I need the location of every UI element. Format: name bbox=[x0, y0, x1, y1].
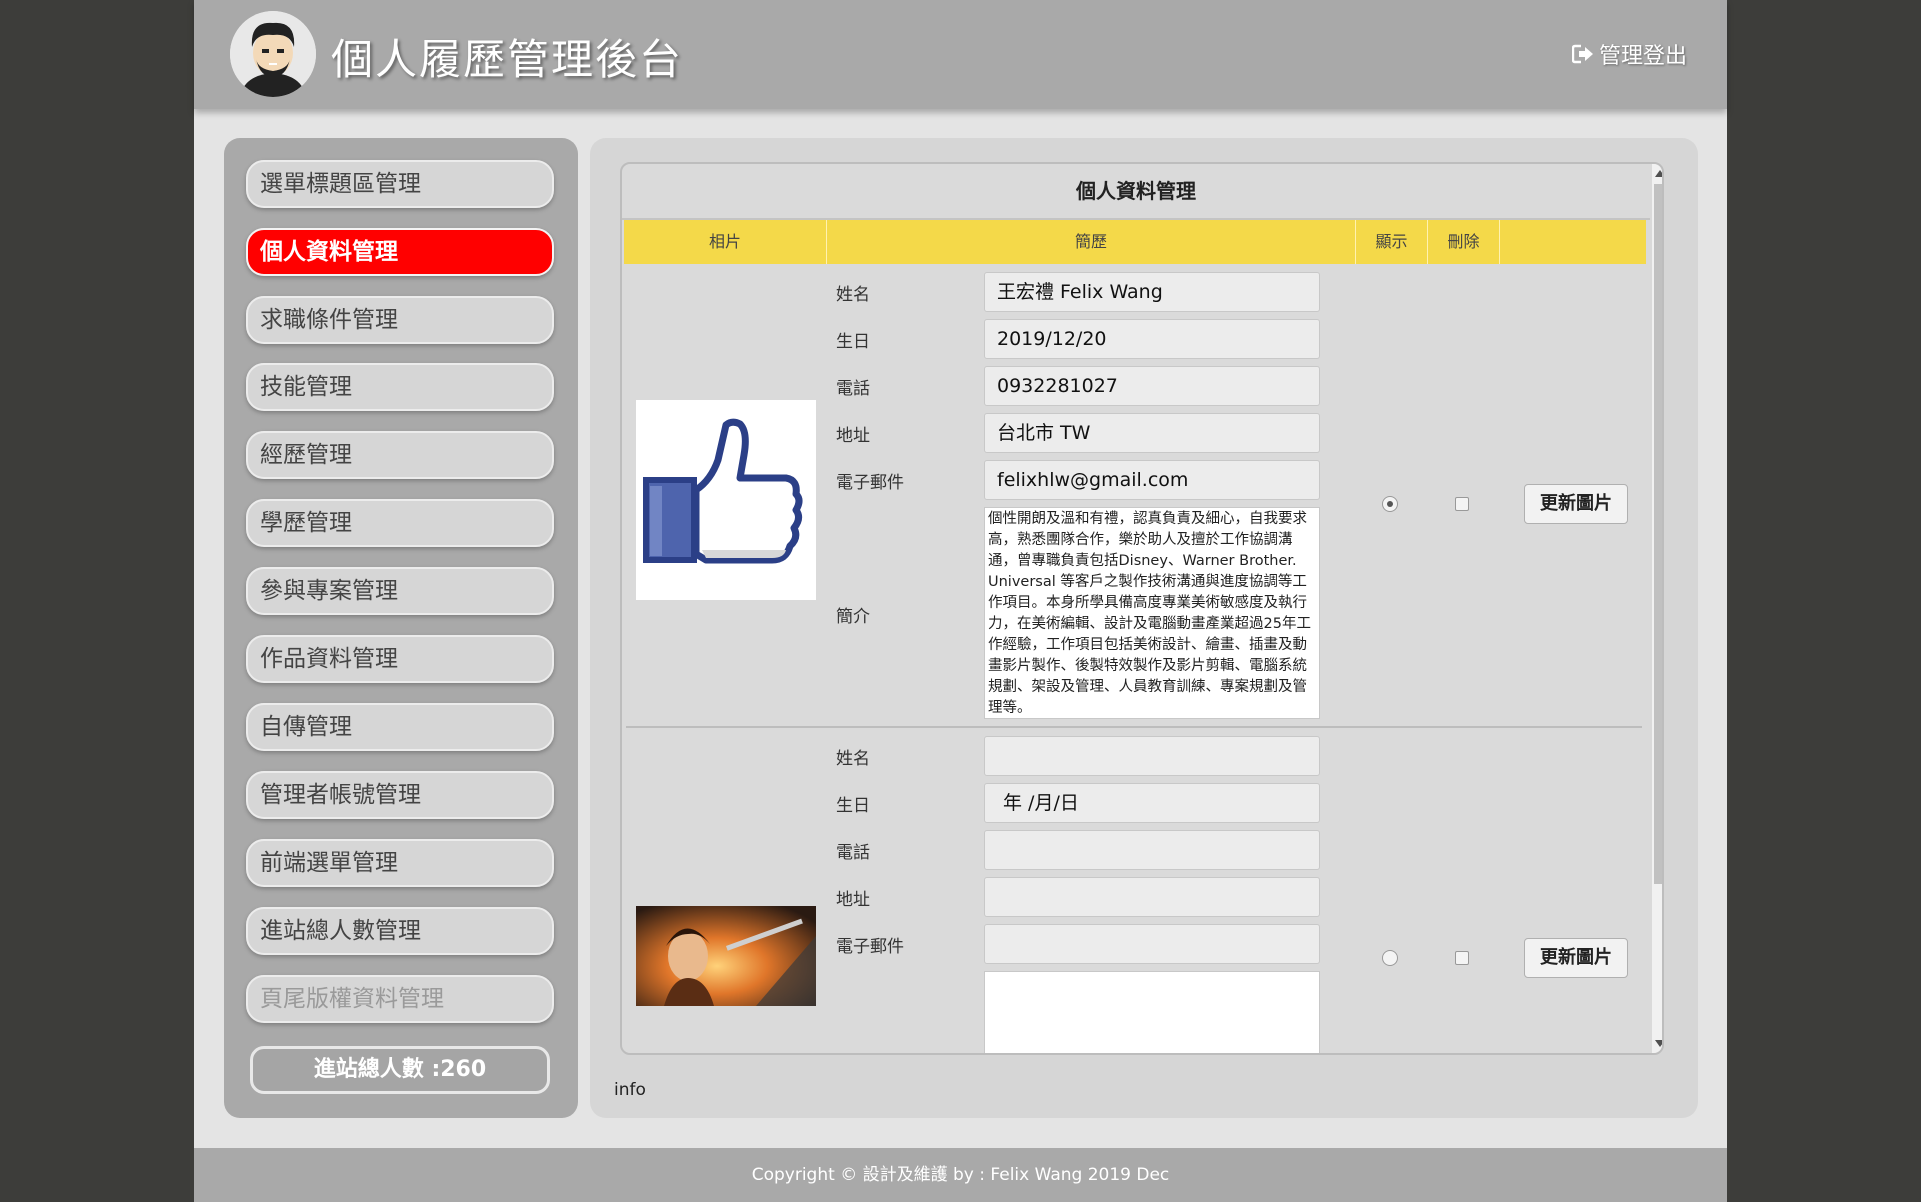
sign-out-icon bbox=[1571, 44, 1593, 64]
sidebar-item-admin-accounts[interactable]: 管理者帳號管理 bbox=[246, 771, 554, 819]
intro-textarea[interactable]: 個性開朗及溫和有禮，認真負責及細心，自我要求高，熟悉團隊合作，樂於助人及擅於工作… bbox=[984, 507, 1320, 719]
profile-photo bbox=[636, 906, 816, 1006]
column-header-action bbox=[1500, 220, 1646, 264]
panel-title: 個人資料管理 bbox=[622, 164, 1650, 220]
column-header-photo: 相片 bbox=[624, 220, 827, 264]
label-email: 電子郵件： bbox=[836, 473, 1000, 493]
header: 個人履歷管理後台 管理登出 bbox=[194, 0, 1727, 109]
table-row: 姓名： 生日： 年 /月/日 電話： 地址： 電子郵件： 更新圖片 bbox=[624, 728, 1646, 1053]
email-field[interactable] bbox=[984, 924, 1320, 964]
label-address: 地址： bbox=[836, 890, 1000, 910]
address-field[interactable] bbox=[984, 877, 1320, 917]
main-content: 個人資料管理 相片 簡歷 顯示 刪除 姓名 王宏禮 Felix Wang 生日 … bbox=[590, 138, 1698, 1118]
label-intro: 簡介： bbox=[836, 607, 1000, 627]
scroll-down-arrow-icon[interactable] bbox=[1655, 1040, 1662, 1047]
scroll-up-arrow-icon[interactable] bbox=[1655, 170, 1662, 177]
site-title: 個人履歷管理後台 bbox=[331, 35, 684, 84]
label-name: 姓名： bbox=[836, 749, 1000, 769]
avatar bbox=[230, 11, 316, 97]
name-field[interactable] bbox=[984, 736, 1320, 776]
label-address: 地址： bbox=[836, 426, 1000, 446]
column-header-display: 顯示 bbox=[1356, 220, 1428, 264]
address-field[interactable]: 台北市 TW bbox=[984, 413, 1320, 453]
label-phone: 電話： bbox=[836, 843, 1000, 863]
logout-link[interactable]: 管理登出 bbox=[1571, 38, 1687, 70]
display-radio[interactable] bbox=[1382, 496, 1398, 512]
birthday-field[interactable]: 2019/12/20 bbox=[984, 319, 1320, 359]
sidebar-item-frontend-menu[interactable]: 前端選單管理 bbox=[246, 839, 554, 887]
sidebar-item-autobiography[interactable]: 自傳管理 bbox=[246, 703, 554, 751]
name-field[interactable]: 王宏禮 Felix Wang bbox=[984, 272, 1320, 312]
scroll-thumb[interactable] bbox=[1654, 184, 1662, 884]
phone-field[interactable]: 0932281027 bbox=[984, 366, 1320, 406]
sidebar-item-menu-title[interactable]: 選單標題區管理 bbox=[246, 160, 554, 208]
info-text: info bbox=[614, 1080, 646, 1100]
scrollbar[interactable] bbox=[1652, 164, 1662, 1053]
column-header-resume: 簡歷 bbox=[827, 220, 1356, 264]
update-image-button[interactable]: 更新圖片 bbox=[1524, 484, 1628, 524]
table-row: 姓名： 王宏禮 Felix Wang 生日： 2019/12/20 電話： 09… bbox=[624, 264, 1646, 726]
sidebar-item-skills[interactable]: 技能管理 bbox=[246, 363, 554, 411]
phone-field[interactable] bbox=[984, 830, 1320, 870]
email-field[interactable]: felixhlw@gmail.com bbox=[984, 460, 1320, 500]
logout-label: 管理登出 bbox=[1598, 44, 1687, 69]
update-image-button[interactable]: 更新圖片 bbox=[1524, 938, 1628, 978]
sidebar-item-footer-copyright[interactable]: 頁尾版權資料管理 bbox=[246, 975, 554, 1023]
sidebar-item-projects[interactable]: 參與專案管理 bbox=[246, 567, 554, 615]
data-panel: 個人資料管理 相片 簡歷 顯示 刪除 姓名 王宏禮 Felix Wang 生日 … bbox=[620, 162, 1664, 1055]
visit-count-display: 進站總人數 :260 bbox=[250, 1046, 550, 1094]
sidebar-item-portfolio[interactable]: 作品資料管理 bbox=[246, 635, 554, 683]
label-birthday: 生日： bbox=[836, 796, 1000, 816]
footer-copyright: Copyright © 設計及維護 by : Felix Wang 2019 D… bbox=[194, 1148, 1727, 1202]
sidebar-item-job-conditions[interactable]: 求職條件管理 bbox=[246, 296, 554, 344]
label-birthday: 生日： bbox=[836, 332, 1000, 352]
sidebar-item-personal-info[interactable]: 個人資料管理 bbox=[246, 228, 554, 276]
profile-photo bbox=[636, 400, 816, 600]
sidebar-item-visit-count[interactable]: 進站總人數管理 bbox=[246, 907, 554, 955]
intro-textarea[interactable] bbox=[984, 971, 1320, 1053]
column-header-delete: 刪除 bbox=[1428, 220, 1500, 264]
table-header: 相片 簡歷 顯示 刪除 bbox=[624, 220, 1646, 264]
label-name: 姓名： bbox=[836, 285, 1000, 305]
page-frame: 個人履歷管理後台 管理登出 選單標題區管理 個人資料管理 求職條件管理 技能管理… bbox=[194, 0, 1727, 1202]
delete-checkbox[interactable] bbox=[1455, 951, 1469, 965]
label-email: 電子郵件： bbox=[836, 937, 1000, 957]
birthday-field[interactable]: 年 /月/日 bbox=[984, 783, 1320, 823]
sidebar: 選單標題區管理 個人資料管理 求職條件管理 技能管理 經歷管理 學歷管理 參與專… bbox=[224, 138, 578, 1118]
sidebar-item-education[interactable]: 學歷管理 bbox=[246, 499, 554, 547]
label-phone: 電話： bbox=[836, 379, 1000, 399]
delete-checkbox[interactable] bbox=[1455, 497, 1469, 511]
sidebar-item-experience[interactable]: 經歷管理 bbox=[246, 431, 554, 479]
display-radio[interactable] bbox=[1382, 950, 1398, 966]
